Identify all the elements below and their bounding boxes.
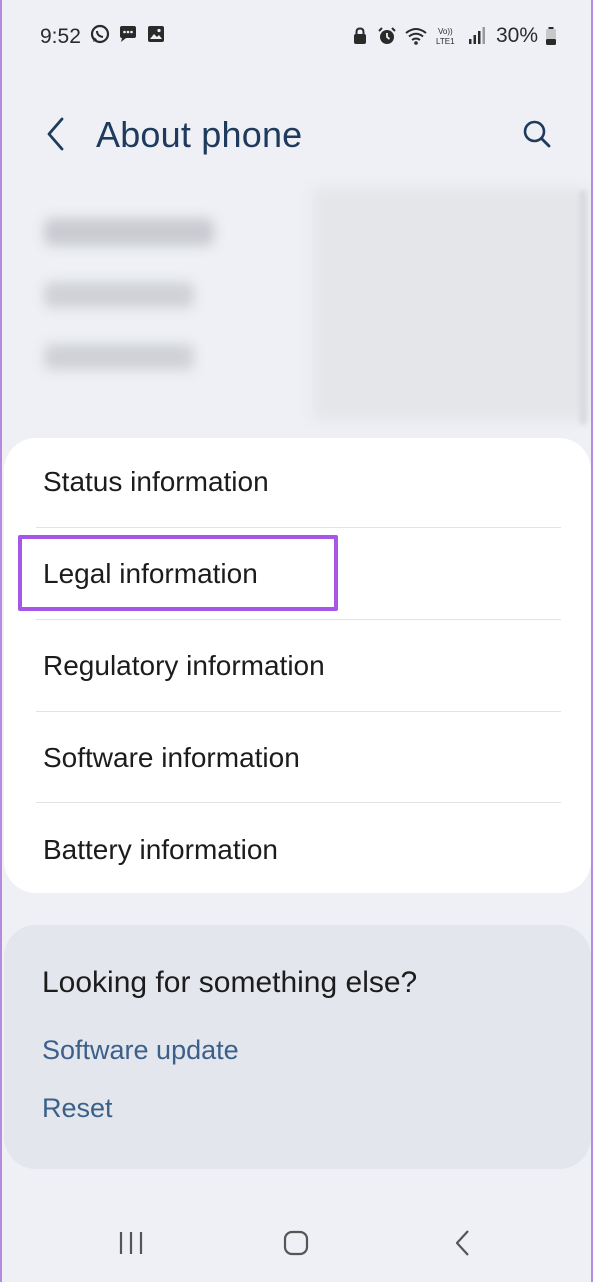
recents-button[interactable] (111, 1227, 151, 1259)
lock-icon (353, 27, 366, 44)
system-icons: Vo)) LTE1 30% (350, 24, 557, 48)
suggestions-title: Looking for something else? (42, 966, 418, 999)
divider (36, 619, 561, 620)
page-title: About phone (96, 114, 303, 155)
status-information-item[interactable]: Status information (36, 438, 561, 530)
home-icon (283, 1230, 309, 1256)
search-button[interactable] (517, 114, 557, 154)
battery-information-item[interactable]: Battery information (36, 806, 561, 898)
item-label: Status information (43, 466, 269, 497)
screen: 9:52 Vo)) LTE1 30% About phone Status in… (0, 0, 593, 1282)
wifi-icon (405, 28, 427, 45)
navigation-bar (2, 1205, 591, 1282)
nav-back-button[interactable] (443, 1227, 483, 1259)
legal-information-item[interactable]: Legal information (36, 530, 561, 622)
recents-icon (119, 1232, 143, 1254)
svg-text:LTE1: LTE1 (436, 37, 455, 46)
gallery-icon (148, 26, 164, 42)
blurred-row (44, 344, 194, 370)
item-label: Battery information (43, 834, 278, 865)
blurred-panel (312, 188, 587, 420)
suggestions-card: Looking for something else? Software upd… (4, 925, 591, 1169)
scrollbar[interactable] (579, 190, 587, 425)
divider (36, 711, 561, 712)
divider (36, 527, 561, 528)
status-bar: 9:52 Vo)) LTE1 30% (2, 0, 591, 72)
chevron-left-icon (47, 117, 64, 151)
status-time: 9:52 (40, 25, 81, 48)
divider (36, 802, 561, 803)
blurred-region (22, 188, 591, 428)
blurred-row (44, 282, 194, 308)
reset-link[interactable]: Reset (42, 1093, 113, 1124)
battery-percent: 30% (495, 24, 538, 47)
search-icon (523, 120, 551, 148)
item-label: Regulatory information (43, 650, 325, 681)
back-button[interactable] (38, 114, 74, 154)
blurred-row (44, 218, 214, 246)
signal-icon (468, 27, 485, 44)
message-icon (120, 26, 136, 42)
svg-text:Vo)): Vo)) (438, 27, 453, 36)
app-header: About phone (2, 100, 591, 172)
software-update-link[interactable]: Software update (42, 1035, 239, 1066)
alarm-icon (378, 27, 396, 44)
item-label: Software information (43, 742, 300, 773)
regulatory-information-item[interactable]: Regulatory information (36, 622, 561, 714)
item-label: Legal information (43, 558, 258, 589)
software-information-item[interactable]: Software information (36, 714, 561, 806)
battery-icon (546, 27, 556, 45)
volte-icon: Vo)) LTE1 (436, 27, 455, 46)
back-icon (455, 1230, 469, 1256)
home-button[interactable] (276, 1227, 316, 1259)
notification-icons (90, 24, 166, 44)
info-card: Status information Legal information Reg… (4, 438, 591, 893)
whatsapp-icon (90, 24, 110, 44)
